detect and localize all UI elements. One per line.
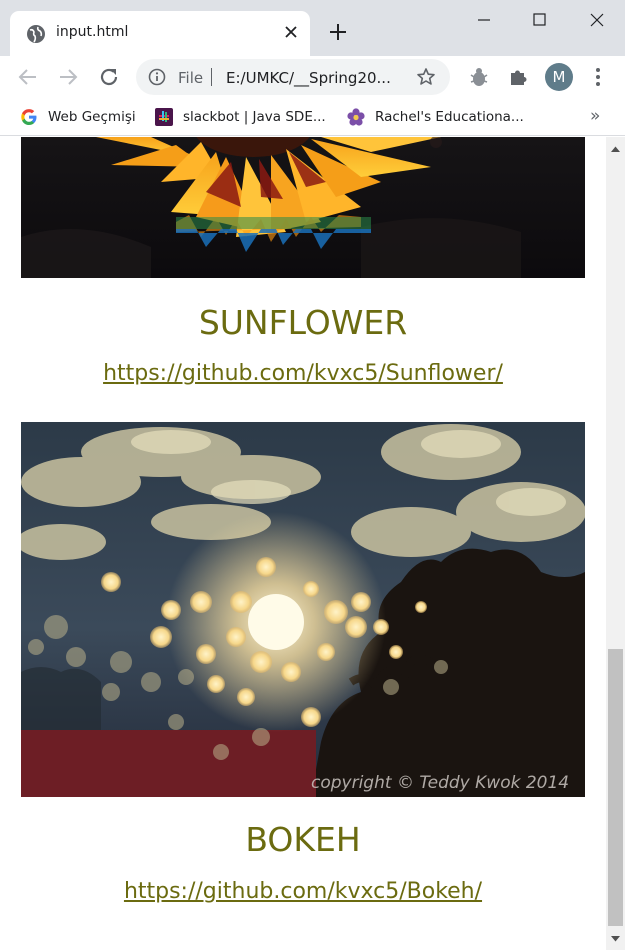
- url-text[interactable]: E:/UMKC/__Spring20...: [226, 69, 391, 87]
- repo-link[interactable]: https://github.com/kvxc5/Sunflower/: [0, 361, 606, 386]
- scrollbar-thumb[interactable]: [608, 649, 623, 926]
- bookmark-label: Rachel's Educationa...: [375, 109, 524, 125]
- extensions-puzzle-icon[interactable]: [506, 65, 530, 89]
- back-icon[interactable]: [15, 64, 41, 90]
- vertical-scrollbar[interactable]: [606, 137, 625, 950]
- bug-extension-icon[interactable]: [467, 65, 491, 89]
- sunflower-photo: [21, 137, 585, 278]
- tab-title: input.html: [56, 24, 129, 40]
- item-title: SUNFLOWER: [198, 303, 408, 342]
- bokeh-photo: copyright © Teddy Kwok 2014: [21, 422, 585, 797]
- bookmark-slackbot[interactable]: slackbot | Java SDE...: [155, 106, 326, 128]
- repo-link[interactable]: https://github.com/kvxc5/Bokeh/: [0, 879, 606, 904]
- browser-toolbar: File E:/UMKC/__Spring20... M: [0, 56, 625, 98]
- maximize-icon[interactable]: [516, 6, 564, 34]
- browser-tab[interactable]: input.html: [10, 11, 310, 56]
- bokeh-watermark: copyright © Teddy Kwok 2014: [311, 773, 569, 793]
- page-viewport: SUNFLOWER https://github.com/kvxc5/Sunfl…: [0, 137, 606, 950]
- new-tab-icon[interactable]: [327, 21, 349, 43]
- bookmark-rachels-educational[interactable]: Rachel's Educationa...: [347, 106, 524, 128]
- close-tab-icon[interactable]: [282, 23, 300, 41]
- scroll-up-arrow-icon[interactable]: [610, 145, 621, 153]
- title-bar: input.html: [0, 0, 625, 56]
- scheme-label: File: [178, 69, 204, 87]
- item-title: BOKEH: [245, 820, 361, 859]
- close-window-icon[interactable]: [573, 6, 621, 34]
- bookmarks-bar: Web Geçmişi slackbot | Java SDE... Rache…: [0, 98, 625, 136]
- address-bar[interactable]: File E:/UMKC/__Spring20...: [136, 59, 450, 95]
- bookmark-label: Web Geçmişi: [48, 109, 136, 125]
- more-bookmarks-chevron[interactable]: »: [590, 106, 600, 126]
- reload-icon[interactable]: [96, 64, 122, 90]
- info-icon[interactable]: [148, 68, 166, 86]
- profile-avatar[interactable]: M: [545, 63, 573, 91]
- forward-icon[interactable]: [55, 64, 81, 90]
- kebab-menu-icon[interactable]: [586, 65, 610, 89]
- scroll-down-arrow-icon[interactable]: [610, 935, 621, 943]
- flower-icon: [347, 108, 365, 126]
- bookmark-label: slackbot | Java SDE...: [183, 109, 326, 125]
- google-icon: [21, 109, 37, 125]
- omnibox-divider: [211, 68, 212, 86]
- minimize-icon[interactable]: [460, 6, 508, 34]
- slack-icon: [155, 108, 173, 126]
- bookmark-star-icon[interactable]: [416, 67, 436, 87]
- globe-icon: [27, 25, 45, 43]
- bookmark-web-gecmisi[interactable]: Web Geçmişi: [20, 106, 136, 128]
